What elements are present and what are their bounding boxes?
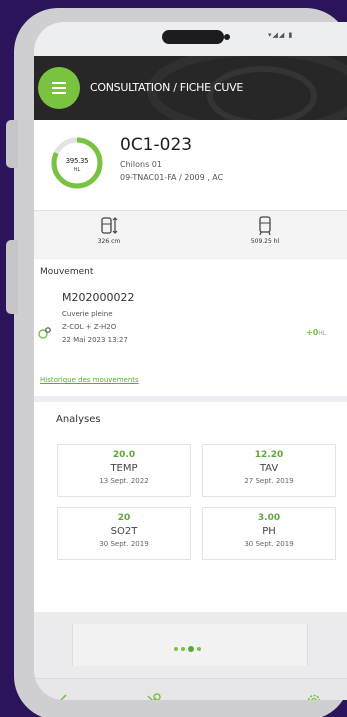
tank-capacity-icon (259, 216, 271, 236)
hamburger-icon (52, 82, 66, 84)
analysis-value: 20.0 (112, 450, 136, 460)
carousel[interactable] (34, 612, 347, 678)
status-icons: ▾◢◢ ▮ (268, 31, 294, 39)
movement-code: M202000022 (62, 291, 135, 304)
tank-location: Chilons 01 (120, 160, 162, 169)
movement-type: Cuverie pleine (62, 310, 113, 318)
app-screen: ▾◢◢ ▮ CONSULTATION / FICHE CUVE 395.35 H… (34, 22, 347, 700)
tank-capacity: 509.25 hl (230, 216, 300, 245)
analysis-name: PH (262, 526, 276, 537)
movement-quantity: +0HL (306, 328, 326, 337)
hamburger-icon (52, 92, 66, 94)
app-header: CONSULTATION / FICHE CUVE (34, 56, 347, 120)
tank-summary-card: 395.35 HL 0C1-023 Chilons 01 09-TNAC01-F… (34, 120, 347, 210)
analysis-card[interactable]: 20.0 TEMP 13 Sept. 2022 (57, 444, 191, 497)
tank-volume: 395.35 (65, 157, 89, 165)
analysis-date: 27 Sept. 2019 (244, 477, 294, 485)
phone-side-button (6, 240, 18, 314)
movement-quantity-value: +0 (306, 328, 319, 337)
movement-icon (38, 327, 51, 339)
analysis-date: 13 Sept. 2022 (99, 477, 149, 485)
hamburger-icon (52, 87, 66, 89)
movement-quantity-unit: HL (318, 330, 327, 337)
tank-height-icon (101, 217, 118, 234)
camera-notch (162, 30, 224, 44)
analysis-value: 3.00 (257, 513, 281, 523)
phone-side-button (6, 120, 18, 168)
menu-button[interactable] (38, 67, 80, 109)
arrow-left-icon (59, 694, 67, 700)
analyses-section: Analyses 20.0 TEMP 13 Sept. 2022 12.20 T… (34, 402, 347, 612)
tank-capacity-value: 509.25 hl (250, 238, 280, 245)
pagination-dot[interactable] (197, 647, 201, 651)
tank-code: 0C1-023 (120, 135, 193, 155)
analysis-card[interactable]: 3.00 PH 30 Sept. 2019 (202, 507, 336, 560)
analysis-date: 30 Sept. 2019 (99, 540, 149, 548)
section-title: Analyses (56, 414, 101, 425)
camera-dot (224, 34, 230, 40)
carousel-pagination[interactable] (174, 646, 201, 652)
tools-button[interactable] (141, 689, 165, 700)
analysis-value: 12.20 (254, 450, 284, 460)
analysis-date: 30 Sept. 2019 (244, 540, 294, 548)
pagination-dot-active[interactable] (188, 646, 194, 652)
analysis-name: TAV (259, 463, 279, 474)
tools-icon (147, 693, 161, 700)
analysis-card[interactable]: 12.20 TAV 27 Sept. 2019 (202, 444, 336, 497)
analysis-name: SO2T (110, 526, 138, 537)
gear-icon (307, 694, 321, 700)
tank-height: 326 cm (74, 216, 144, 245)
movement-products: Z-COL + Z-H2O (62, 323, 117, 331)
page-title: CONSULTATION / FICHE CUVE (90, 81, 243, 94)
analysis-name: TEMP (110, 463, 138, 474)
carousel-slide (72, 624, 308, 666)
analysis-value: 20 (117, 513, 131, 523)
pagination-dot[interactable] (174, 647, 178, 651)
movement-date: 22 Mai 2023 13:27 (62, 336, 128, 344)
status-bar: ▾◢◢ ▮ (34, 22, 347, 56)
bottom-navigation (34, 678, 347, 700)
back-button[interactable] (55, 689, 79, 700)
analysis-card[interactable]: 20 SO2T 30 Sept. 2019 (57, 507, 191, 560)
movement-section: Mouvement M202000022 Cuverie pleine Z-CO… (34, 259, 347, 396)
tank-dimensions: 326 cm 509.25 hl (34, 210, 347, 258)
pagination-dot[interactable] (181, 647, 185, 651)
tank-volume-unit: HL (73, 167, 81, 173)
section-title: Mouvement (40, 267, 94, 277)
tank-reference: 09-TNAC01-FA / 2009 , AC (120, 173, 224, 182)
settings-button[interactable] (302, 689, 326, 700)
movement-history-link[interactable]: Historique des mouvements (40, 376, 139, 384)
tank-height-value: 326 cm (97, 238, 121, 245)
